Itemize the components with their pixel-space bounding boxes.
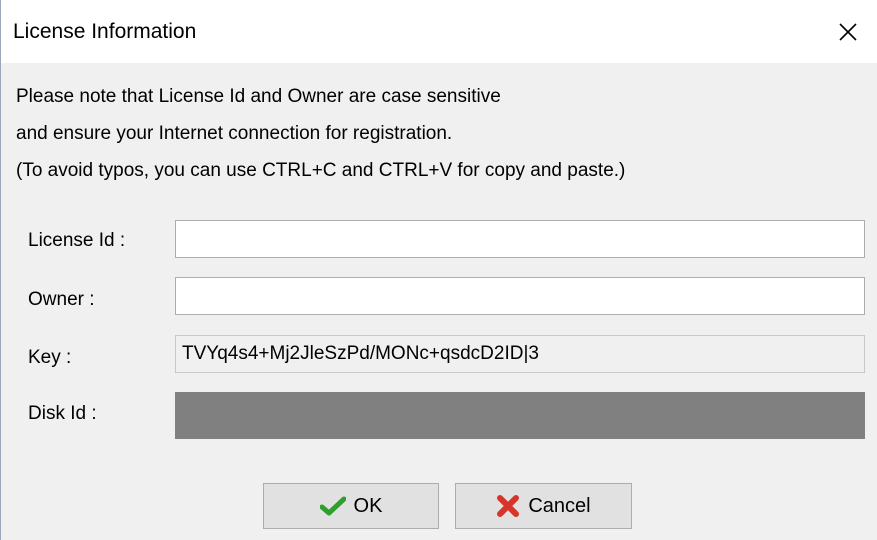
owner-label: Owner : (28, 289, 95, 310)
window-title: License Information (13, 20, 197, 43)
ok-button-label: OK (353, 494, 383, 517)
title-bar: License Information (1, 0, 877, 63)
cancel-button-label: Cancel (528, 494, 591, 517)
owner-input[interactable] (176, 278, 864, 314)
key-value-field[interactable]: TVYq4s4+Mj2JleSzPd/MONc+qsdcD2ID|3 (175, 335, 865, 373)
notice-line-1: Please note that License Id and Owner ar… (16, 86, 501, 107)
disk-id-label: Disk Id : (28, 403, 97, 424)
owner-field[interactable] (175, 277, 865, 315)
key-label: Key : (28, 347, 72, 368)
notice-line-3: (To avoid typos, you can use CTRL+C and … (16, 160, 626, 181)
notice-text: Please note that License Id and Owner ar… (16, 78, 625, 189)
cross-icon (497, 495, 520, 517)
ok-button[interactable]: OK (263, 483, 439, 529)
close-button[interactable] (818, 0, 877, 63)
license-id-input[interactable] (176, 221, 864, 257)
cancel-button[interactable]: Cancel (455, 483, 632, 529)
license-id-label: License Id : (28, 230, 126, 251)
notice-line-2: and ensure your Internet connection for … (16, 123, 453, 144)
license-id-field[interactable] (175, 220, 865, 258)
license-dialog: License Information Please note that Lic… (0, 0, 877, 540)
disk-id-field (175, 392, 865, 439)
close-icon (839, 22, 857, 41)
checkmark-icon (319, 496, 346, 516)
